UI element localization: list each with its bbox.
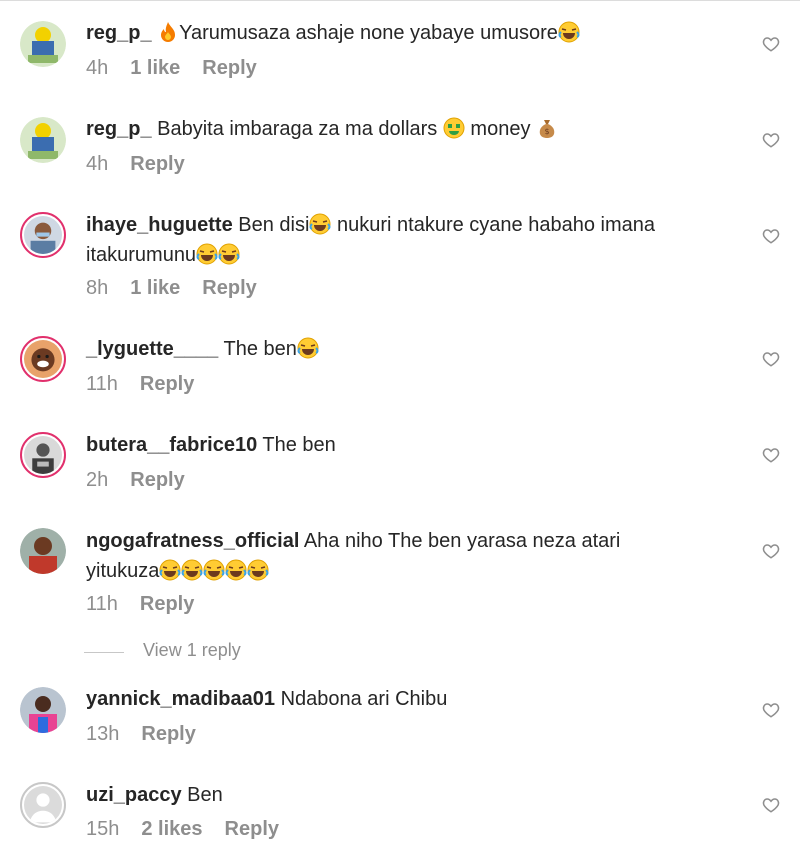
comment-time: 11h bbox=[86, 593, 118, 615]
avatar[interactable] bbox=[20, 432, 66, 478]
laughing-emoji bbox=[297, 337, 319, 367]
money-face-emoji bbox=[443, 117, 465, 147]
comment-meta: 11h Reply bbox=[86, 593, 216, 616]
comment-text: Yarumusaza ashaje none yabaye umusore bbox=[179, 22, 558, 44]
avatar[interactable] bbox=[20, 528, 66, 574]
comment-text: Aha niho The ben yarasa neza atari bbox=[303, 530, 621, 552]
view-replies-button[interactable]: View 1 reply bbox=[143, 640, 241, 661]
comment-text-extra: itakurumunu bbox=[86, 244, 197, 266]
comment-text-line: ngogafratness_official Aha niho The ben … bbox=[86, 528, 620, 555]
heart-icon[interactable] bbox=[762, 542, 780, 560]
reply-button[interactable]: Reply bbox=[141, 723, 195, 745]
reply-button[interactable]: Reply bbox=[140, 373, 194, 395]
comment-username[interactable]: reg_p_ bbox=[86, 118, 152, 140]
fire-emoji bbox=[157, 21, 179, 51]
heart-icon[interactable] bbox=[762, 131, 780, 149]
comment-meta: 8h 1 like Reply bbox=[86, 277, 279, 300]
comment-text-line: reg_p_ Babyita imbaraga za ma dollars mo… bbox=[86, 116, 558, 147]
top-divider bbox=[0, 0, 800, 1]
comment-text: The ben bbox=[262, 434, 336, 456]
comment-meta: 4h 1 like Reply bbox=[86, 57, 279, 80]
comment-username[interactable]: reg_p_ bbox=[86, 22, 152, 44]
comment-username[interactable]: uzi_paccy bbox=[86, 784, 182, 806]
laughing-emoji bbox=[558, 21, 580, 51]
comment-time: 4h bbox=[86, 57, 109, 79]
laughing-emoji bbox=[159, 559, 181, 589]
comment-time: 2h bbox=[86, 469, 109, 491]
comment-text-line: yitukuza bbox=[86, 558, 269, 589]
comment-username[interactable]: butera__fabrice10 bbox=[86, 434, 257, 456]
laughing-emoji bbox=[247, 559, 269, 589]
reply-button[interactable]: Reply bbox=[130, 469, 184, 491]
comment-text: Ben bbox=[187, 784, 223, 806]
comment-likes[interactable]: 2 likes bbox=[141, 818, 202, 840]
comment-text-extra: money bbox=[470, 118, 531, 140]
reply-button[interactable]: Reply bbox=[202, 277, 256, 299]
comment-meta: 11h Reply bbox=[86, 373, 216, 396]
comment-meta: 2h Reply bbox=[86, 469, 207, 492]
laughing-emoji bbox=[218, 243, 240, 273]
heart-icon[interactable] bbox=[762, 701, 780, 719]
comment-meta: 4h Reply bbox=[86, 153, 207, 176]
comment-text: Ndabona ari Chibu bbox=[280, 688, 448, 710]
comment-meta: 15h 2 likes Reply bbox=[86, 818, 301, 841]
heart-icon[interactable] bbox=[762, 35, 780, 53]
comment-text-line: ihaye_huguette Ben disi nukuri ntakure c… bbox=[86, 212, 655, 243]
laughing-emoji bbox=[309, 213, 331, 243]
comment-username[interactable]: yannick_madibaa01 bbox=[86, 688, 275, 710]
laughing-emoji bbox=[225, 559, 247, 589]
avatar[interactable] bbox=[20, 687, 66, 733]
comment-text-line: itakurumunu bbox=[86, 242, 240, 273]
money-bag-emoji: $ bbox=[536, 117, 558, 147]
comment-time: 13h bbox=[86, 723, 120, 745]
avatar[interactable] bbox=[20, 117, 66, 163]
comment-text-extra: nukuri ntakure cyane habaho imana bbox=[336, 214, 655, 236]
avatar[interactable] bbox=[20, 21, 66, 67]
reply-button[interactable]: Reply bbox=[140, 593, 194, 615]
comment-text-line: yannick_madibaa01 Ndabona ari Chibu bbox=[86, 686, 447, 713]
heart-icon[interactable] bbox=[762, 446, 780, 464]
comment-text: Ben disi bbox=[238, 214, 310, 236]
comment-likes[interactable]: 1 like bbox=[130, 57, 180, 79]
comment-text-line: _lyguette____ The ben bbox=[86, 336, 319, 367]
comment-time: 4h bbox=[86, 153, 109, 175]
comment-time: 8h bbox=[86, 277, 109, 299]
comment-username[interactable]: _lyguette____ bbox=[86, 338, 218, 360]
avatar[interactable] bbox=[20, 336, 66, 382]
reply-thread-line bbox=[84, 652, 124, 653]
comment-username[interactable]: ihaye_huguette bbox=[86, 214, 233, 236]
reply-button[interactable]: Reply bbox=[130, 153, 184, 175]
comment-text: Babyita imbaraga za ma dollars bbox=[157, 118, 438, 140]
heart-icon[interactable] bbox=[762, 227, 780, 245]
comment-time: 11h bbox=[86, 373, 118, 395]
heart-icon[interactable] bbox=[762, 350, 780, 368]
comment-meta: 13h Reply bbox=[86, 723, 218, 746]
comment-text-line: butera__fabrice10 The ben bbox=[86, 432, 336, 459]
reply-button[interactable]: Reply bbox=[225, 818, 279, 840]
laughing-emoji bbox=[181, 559, 203, 589]
comment-text-line: reg_p_ Yarumusaza ashaje none yabaye umu… bbox=[86, 20, 580, 51]
comment-text-line: uzi_paccy Ben bbox=[86, 782, 223, 809]
avatar[interactable] bbox=[20, 212, 66, 258]
laughing-emoji bbox=[203, 559, 225, 589]
comment-username[interactable]: ngogafratness_official bbox=[86, 530, 299, 552]
svg-text:$: $ bbox=[544, 127, 549, 136]
laughing-emoji bbox=[196, 243, 218, 273]
comment-time: 15h bbox=[86, 818, 120, 840]
avatar[interactable] bbox=[20, 782, 66, 828]
comment-text-extra: yitukuza bbox=[86, 560, 160, 582]
heart-icon[interactable] bbox=[762, 796, 780, 814]
comment-likes[interactable]: 1 like bbox=[130, 277, 180, 299]
comment-text: The ben bbox=[223, 338, 297, 360]
reply-button[interactable]: Reply bbox=[202, 57, 256, 79]
